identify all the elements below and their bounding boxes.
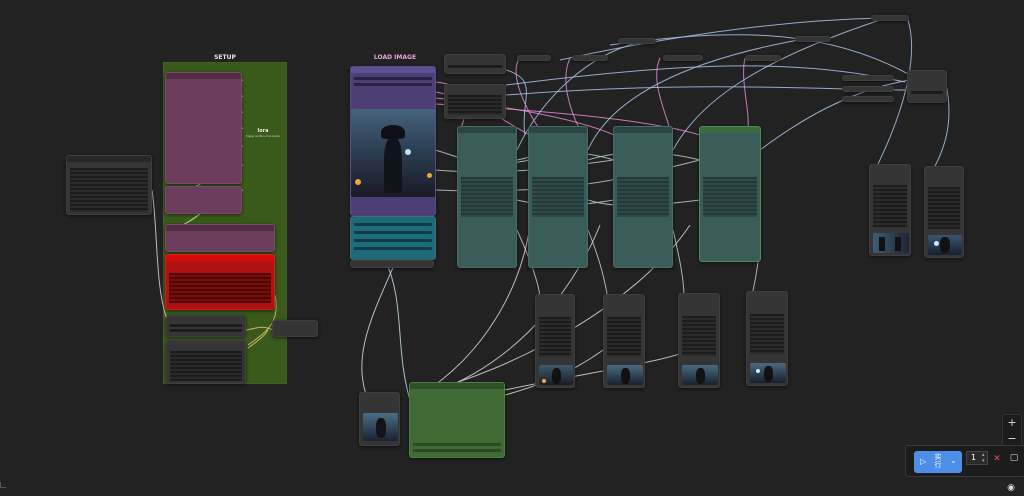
upscale-node-green[interactable] <box>409 382 505 458</box>
preview-node-bottom-3[interactable] <box>678 293 720 388</box>
preview-thumb-bottom-2 <box>607 365 643 385</box>
run-button-label: 实行 <box>934 453 942 469</box>
ksampler-node-3[interactable] <box>613 126 673 268</box>
square-icon[interactable]: ▢ <box>1009 453 1019 463</box>
chevron-down-icon[interactable]: ⌄ <box>950 456 957 465</box>
zoom-in-button[interactable]: + <box>1003 416 1021 429</box>
preview-thumb-right-1 <box>873 233 909 253</box>
checkpoint-loader-node[interactable] <box>66 155 152 215</box>
reroute-right-3[interactable] <box>842 96 894 102</box>
latent-size-node[interactable] <box>166 340 246 384</box>
lora-note: lora trigger words in lora loader <box>243 128 283 148</box>
preview-node-input[interactable] <box>359 392 400 446</box>
node-graph-canvas[interactable]: SETUP LOAD IMAGE lora trigger words in l… <box>0 0 1024 496</box>
reroute-right-1[interactable] <box>842 75 894 81</box>
reroute-top-3[interactable] <box>795 36 831 42</box>
image-batch-node[interactable] <box>907 70 947 103</box>
zoom-out-button[interactable]: − <box>1003 432 1021 445</box>
reroute-top-1[interactable] <box>871 15 909 21</box>
vae-loader-node[interactable] <box>444 84 506 119</box>
negative-prompt-node[interactable] <box>165 254 275 310</box>
ksampler-node-2[interactable] <box>528 126 588 268</box>
preview-node-right-2[interactable] <box>924 166 964 258</box>
text-encode-node[interactable] <box>165 224 275 252</box>
preview-node-bottom-4[interactable] <box>746 291 788 386</box>
eye-icon[interactable]: ◉ <box>1004 483 1018 493</box>
ksampler-node-1[interactable] <box>457 126 517 268</box>
play-icon: ▷ <box>920 457 927 466</box>
queue-stepper[interactable]: ▴ ▾ <box>982 452 988 464</box>
preview-node-right-1[interactable] <box>869 164 911 256</box>
ksampler-node-4[interactable] <box>699 126 761 262</box>
sampler-settings-node[interactable] <box>166 315 246 337</box>
reroute-top-5[interactable] <box>572 55 608 61</box>
preview-node-bottom-1[interactable] <box>535 294 575 388</box>
lora-loader-node[interactable] <box>165 186 242 214</box>
reroute-right-2[interactable] <box>842 86 894 92</box>
close-icon[interactable]: ✕ <box>992 454 1002 464</box>
preview-thumb-input <box>363 413 398 441</box>
image-resize-node[interactable] <box>350 260 434 268</box>
lora-loader-stack[interactable] <box>165 72 242 184</box>
preview-thumb-bottom-3 <box>682 365 718 385</box>
reroute-node[interactable] <box>272 320 318 337</box>
lora-note-subtitle: trigger words in lora loader <box>245 135 281 138</box>
queue-panel: ▷ 实行 ⌄ 1 ▴ ▾ ✕ ▢ <box>905 445 1024 477</box>
reroute-top-6[interactable] <box>663 55 703 61</box>
corner-marker <box>0 482 6 488</box>
preview-thumb-bottom-4 <box>750 363 786 383</box>
loaded-image-preview <box>351 109 435 197</box>
preview-thumb-right-2 <box>928 235 962 255</box>
upscale-model-node[interactable] <box>444 54 506 74</box>
preview-node-bottom-2[interactable] <box>603 294 645 388</box>
run-button[interactable]: ▷ 实行 ⌄ <box>914 451 962 473</box>
reroute-top-2[interactable] <box>618 38 656 44</box>
lora-note-title: lora <box>257 128 269 134</box>
reroute-top-7[interactable] <box>745 55 781 61</box>
reroute-top-4[interactable] <box>517 55 551 61</box>
load-image-node[interactable] <box>350 66 436 216</box>
controlnet-stack-node[interactable] <box>350 216 436 260</box>
preview-thumb-bottom-1 <box>539 365 573 385</box>
